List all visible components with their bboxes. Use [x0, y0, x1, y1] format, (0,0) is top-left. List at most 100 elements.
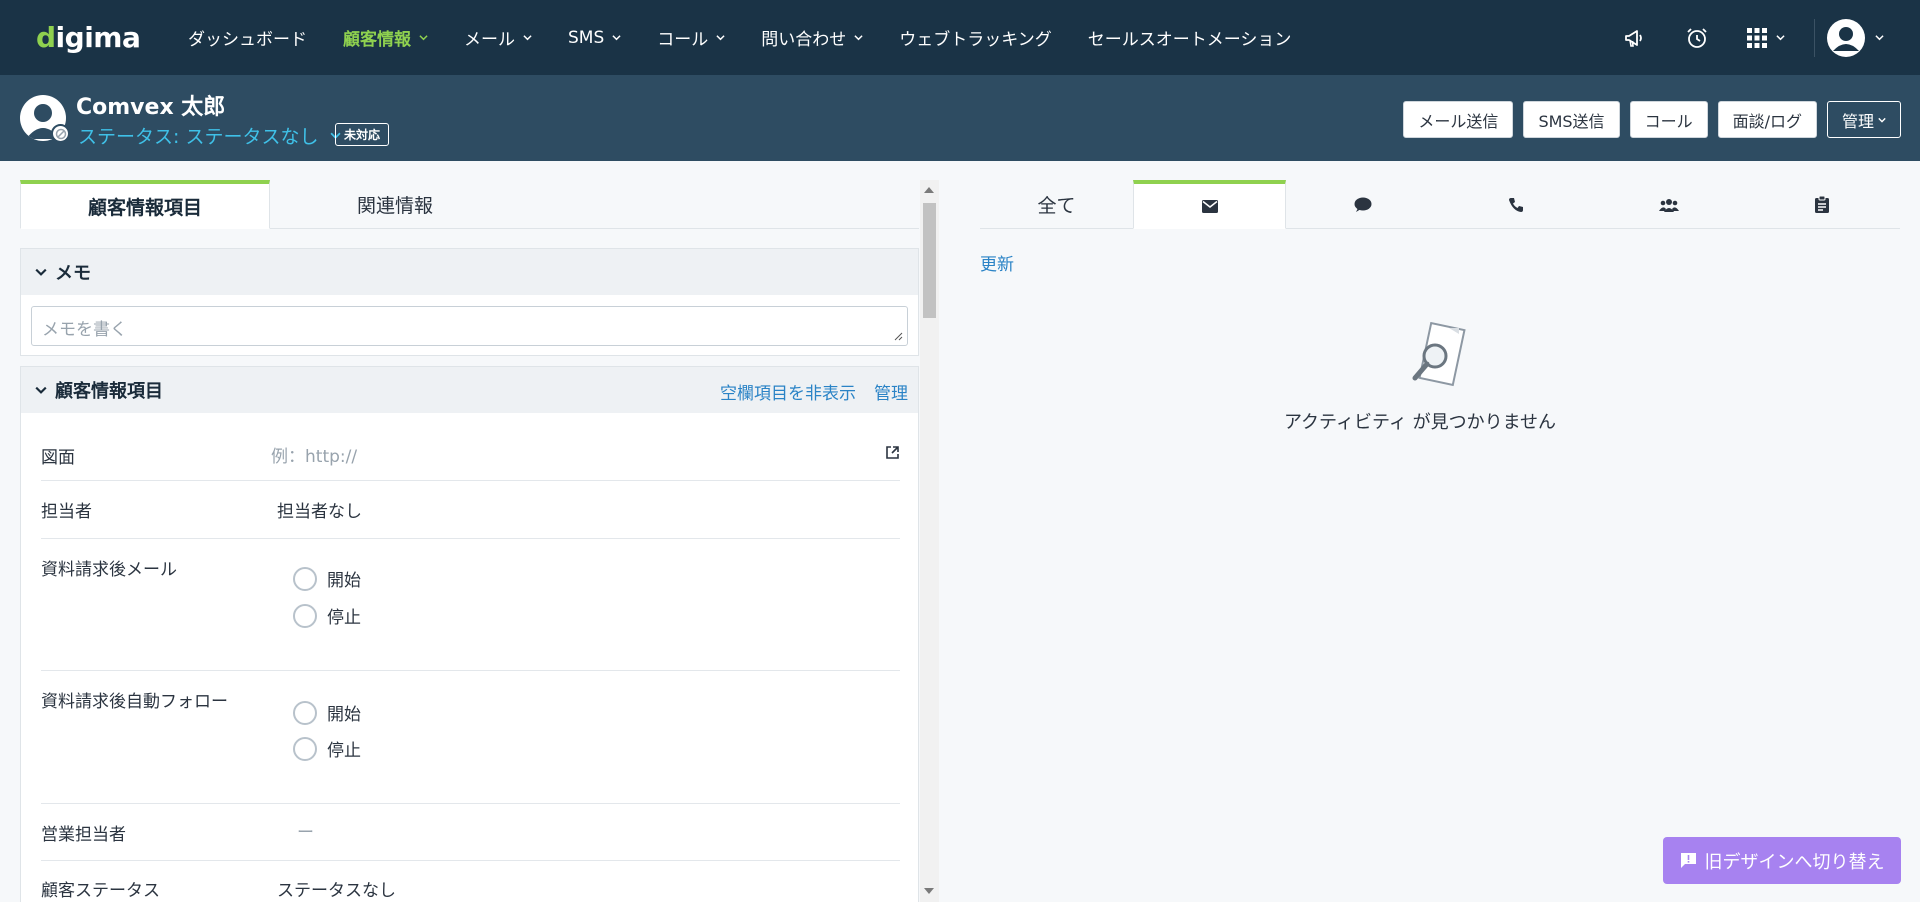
customer-fields-actions: 空欄項目を非表示 管理 — [720, 379, 908, 404]
switch-old-design-button[interactable]: 旧デザインへ切り替え — [1663, 837, 1901, 884]
tab-call[interactable] — [1439, 180, 1592, 229]
radio-follow-stop[interactable]: 停止 — [293, 736, 361, 761]
field-sales-rep-value[interactable]: ー — [297, 818, 314, 843]
customer-status-label: ステータス: ステータスなし — [78, 126, 319, 148]
customer-actions: メール送信 SMS送信 コール 面談/ログ 管理 — [1403, 101, 1901, 138]
field-auto-follow-label: 資料請求後自動フォロー — [41, 692, 228, 712]
send-email-button[interactable]: メール送信 — [1403, 101, 1514, 138]
radio-button[interactable] — [293, 603, 317, 628]
external-link-icon[interactable] — [885, 445, 900, 460]
chevron-down-icon — [35, 386, 47, 394]
left-panel-scrollbar[interactable] — [920, 180, 939, 902]
scroll-thumb[interactable] — [923, 203, 936, 318]
left-tabs: 顧客情報項目 関連情報 — [20, 180, 919, 229]
radio-mail-stop[interactable]: 停止 — [293, 603, 361, 628]
memo-section: メモ メモを書く — [20, 248, 919, 356]
user-avatar-icon — [1827, 18, 1865, 57]
resize-handle-icon[interactable] — [893, 331, 903, 341]
tab-log[interactable] — [1745, 180, 1898, 229]
field-customer-status-value[interactable]: ステータスなし — [277, 876, 396, 901]
radio-button[interactable] — [293, 566, 317, 591]
customer-fields-section: 顧客情報項目 空欄項目を非表示 管理 図面 例：http:// 担当者 担当者な… — [20, 366, 919, 902]
chevron-down-icon — [35, 268, 47, 276]
manage-fields-link[interactable]: 管理 — [874, 379, 908, 404]
apps-grid-icon — [1746, 27, 1767, 48]
switch-old-design-label: 旧デザインへ切り替え — [1704, 851, 1885, 873]
customer-fields-header[interactable]: 顧客情報項目 空欄項目を非表示 管理 — [21, 367, 918, 413]
field-assignee-label: 担当者 — [41, 502, 92, 522]
field-drawing-input[interactable]: 例：http:// — [271, 442, 357, 467]
memo-title: メモ — [55, 263, 91, 284]
scroll-down-arrow[interactable] — [924, 888, 934, 894]
field-assignee-value[interactable]: 担当者なし — [277, 497, 362, 522]
refresh-link[interactable]: 更新 — [980, 250, 1014, 275]
radio-follow-start-label: 開始 — [327, 705, 361, 725]
nav-email[interactable]: メール — [446, 0, 550, 75]
tab-customer-fields[interactable]: 顧客情報項目 — [20, 180, 270, 229]
field-drawing: 図面 例：http:// — [41, 414, 900, 481]
apps-menu-button[interactable] — [1728, 0, 1802, 75]
manage-dropdown-button[interactable]: 管理 — [1826, 101, 1901, 138]
tab-email[interactable] — [1133, 180, 1286, 229]
field-sales-rep: 営業担当者 ー — [41, 804, 900, 861]
field-assignee: 担当者 担当者なし — [41, 481, 900, 539]
disabled-badge-icon — [51, 124, 70, 143]
nav-dashboard-label: ダッシュボード — [188, 30, 307, 50]
radio-follow-stop-label: 停止 — [327, 741, 361, 761]
tab-meeting[interactable] — [1592, 180, 1745, 229]
nav-web-tracking[interactable]: ウェブトラッキング — [881, 0, 1070, 75]
nav-sms[interactable]: SMS — [550, 0, 639, 75]
nav-right-tools — [1604, 0, 1884, 75]
chevron-down-icon — [612, 35, 621, 41]
group-icon — [1658, 198, 1679, 212]
memo-placeholder: メモを書く — [42, 320, 127, 340]
field-customer-status-label: 顧客ステータス — [41, 881, 160, 901]
nav-call[interactable]: コール — [639, 0, 743, 75]
field-drawing-label: 図面 — [41, 448, 75, 468]
meeting-log-button[interactable]: 面談/ログ — [1717, 101, 1817, 138]
radio-follow-start[interactable]: 開始 — [293, 700, 361, 725]
radio-button[interactable] — [293, 700, 317, 725]
logo-text: igima — [55, 21, 141, 54]
radio-mail-start[interactable]: 開始 — [293, 566, 361, 591]
tab-related-info[interactable]: 関連情報 — [270, 180, 520, 229]
manage-label: 管理 — [1841, 111, 1874, 131]
nav-call-label: コール — [657, 30, 709, 50]
chat-bubble-icon — [1354, 197, 1371, 212]
customer-status-dropdown[interactable]: ステータス: ステータスなし — [78, 122, 341, 149]
field-customer-status: 顧客ステータス ステータスなし — [41, 861, 900, 902]
nav-customers[interactable]: 顧客情報 — [325, 0, 446, 75]
user-menu-button[interactable] — [1827, 18, 1884, 57]
magnifier-document-icon — [1412, 322, 1466, 387]
call-button[interactable]: コール — [1629, 101, 1708, 138]
radio-button[interactable] — [293, 736, 317, 761]
chevron-down-icon — [716, 35, 725, 41]
memo-header[interactable]: メモ — [21, 249, 918, 295]
nav-sales-automation[interactable]: セールスオートメーション — [1070, 0, 1310, 75]
field-sales-rep-label: 営業担当者 — [41, 825, 126, 845]
digima-logo[interactable]: d igima — [36, 21, 156, 54]
nav-divider — [1814, 18, 1815, 57]
customer-header: Comvex 太郎 ステータス: ステータスなし 未対応 メール送信 SMS送信… — [0, 75, 1920, 161]
top-navbar: d igima ダッシュボード 顧客情報 メール SMS コール 問い合わせ ウェ… — [0, 0, 1920, 75]
phone-icon — [1508, 197, 1523, 212]
scroll-up-arrow[interactable] — [924, 187, 934, 193]
tab-sms[interactable] — [1286, 180, 1439, 229]
announcements-button[interactable] — [1604, 0, 1666, 75]
nav-inquiries[interactable]: 問い合わせ — [743, 0, 881, 75]
field-auto-follow: 資料請求後自動フォロー 開始 停止 — [41, 671, 900, 804]
send-sms-button[interactable]: SMS送信 — [1523, 101, 1620, 138]
reminders-button[interactable] — [1666, 0, 1728, 75]
nav-dashboard[interactable]: ダッシュボード — [170, 0, 325, 75]
nav-customers-label: 顧客情報 — [343, 30, 411, 50]
feedback-icon — [1680, 853, 1696, 868]
chevron-down-icon — [1875, 35, 1884, 41]
main-nav: ダッシュボード 顧客情報 メール SMS コール 問い合わせ ウェブトラッキング… — [170, 0, 1309, 75]
chevron-down-icon — [419, 35, 428, 41]
tab-all[interactable]: 全て — [980, 180, 1133, 229]
hide-empty-link[interactable]: 空欄項目を非表示 — [720, 379, 856, 404]
status-badge: 未対応 — [335, 123, 390, 146]
memo-input[interactable]: メモを書く — [31, 306, 908, 346]
nav-sales-automation-label: セールスオートメーション — [1087, 30, 1292, 50]
nav-inquiries-label: 問い合わせ — [761, 30, 847, 50]
